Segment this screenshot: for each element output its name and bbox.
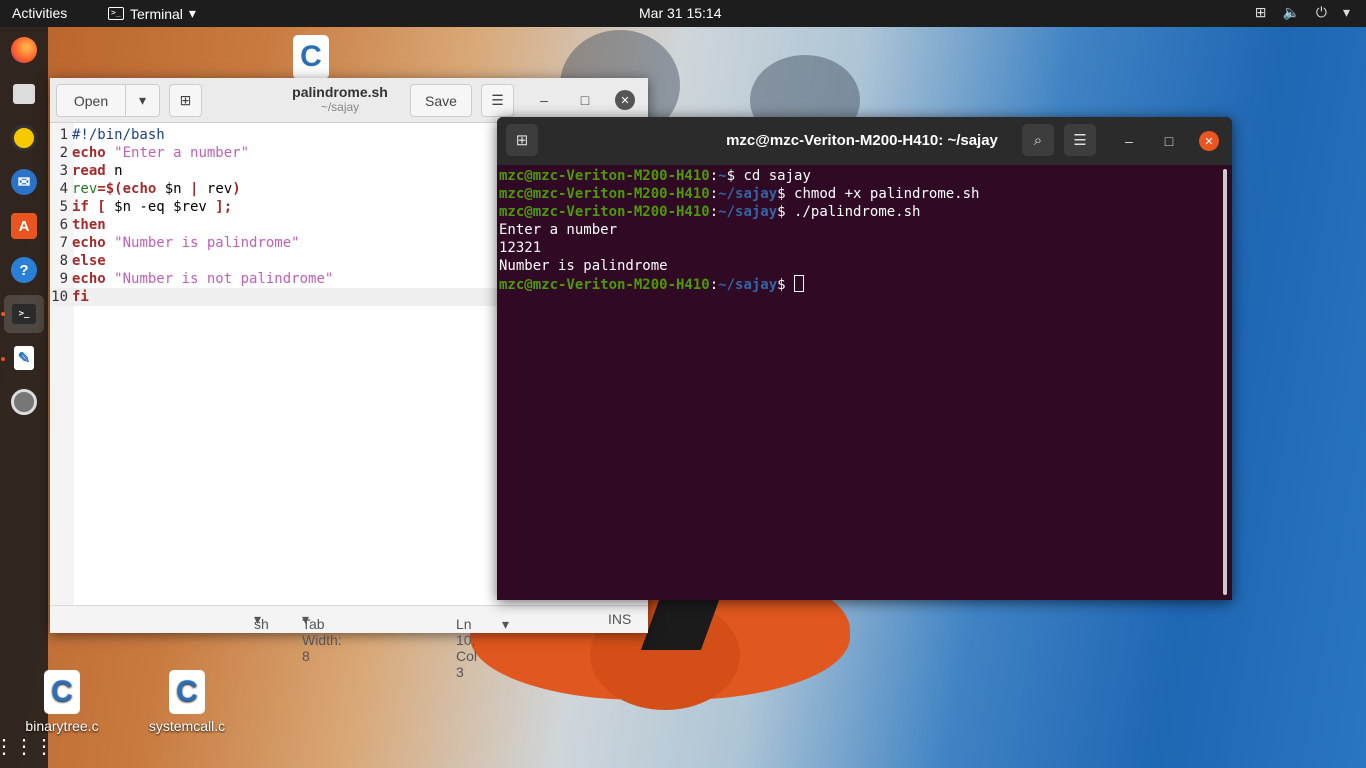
- grid-icon: ⋮⋮⋮: [0, 735, 54, 758]
- terminal-line: mzc@mzc-Veriton-M200-H410:~/sajay$ ./pal…: [499, 204, 921, 220]
- new-tab-button[interactable]: ⊞: [506, 124, 538, 156]
- clock[interactable]: Mar 31 15:14: [639, 5, 722, 21]
- top-bar: Activities >_ Terminal ▾ Mar 31 15:14 ⊞ …: [0, 0, 1366, 27]
- files-icon: [13, 84, 35, 104]
- app-menu-label: Terminal: [130, 5, 183, 22]
- terminal-prompt: mzc@mzc-Veriton-M200-H410:~/sajay$: [499, 275, 979, 293]
- c-file-icon[interactable]: C: [293, 35, 329, 79]
- minimize-button[interactable]: –: [1119, 131, 1139, 151]
- maximize-button[interactable]: □: [575, 90, 595, 110]
- dock-terminal[interactable]: >_: [4, 295, 44, 333]
- open-button[interactable]: Open: [56, 84, 126, 117]
- menu-button[interactable]: ☰: [481, 84, 514, 117]
- dock-text-editor[interactable]: ✎: [4, 339, 44, 377]
- app-menu[interactable]: >_ Terminal ▾: [108, 5, 196, 22]
- c-file-icon: C: [169, 670, 205, 714]
- chevron-down-icon: ▾: [138, 92, 147, 108]
- close-button[interactable]: ✕: [1199, 131, 1219, 151]
- new-tab-icon: ⊞: [515, 132, 529, 149]
- text-editor-icon: ✎: [14, 346, 34, 370]
- chevron-down-icon: ▾: [1342, 4, 1350, 20]
- maximize-button[interactable]: □: [1159, 131, 1179, 151]
- power-icon: ⏻: [1315, 4, 1327, 20]
- desktop-file-binarytree[interactable]: C binarytree.c: [2, 670, 122, 734]
- text-cursor: [794, 275, 805, 292]
- document-title: palindrome.sh: [292, 84, 388, 100]
- dock-rhythmbox[interactable]: [4, 119, 44, 157]
- dock-thunderbird[interactable]: ✉: [4, 163, 44, 201]
- c-file-icon: C: [44, 670, 80, 714]
- terminal-title: mzc@mzc-Veriton-M200-H410: ~/sajay: [726, 132, 998, 149]
- close-button[interactable]: ✕: [615, 90, 635, 110]
- hamburger-icon: ☰: [1073, 132, 1087, 149]
- editor-statusbar: sh ▾ Tab Width: 8 ▾ Ln 10, Col 3 ▾ INS: [50, 605, 648, 680]
- insert-mode[interactable]: INS: [608, 611, 631, 627]
- terminal-icon: >_: [12, 304, 36, 324]
- scrollbar[interactable]: [1223, 169, 1227, 595]
- gear-icon: [11, 389, 37, 415]
- dock-help[interactable]: ?: [4, 251, 44, 289]
- desktop-file-systemcall[interactable]: C systemcall.c: [127, 670, 247, 734]
- dock-files[interactable]: [4, 75, 44, 113]
- terminal-output[interactable]: mzc@mzc-Veriton-M200-H410:~$ cd sajay mz…: [499, 167, 979, 293]
- minimize-button[interactable]: –: [534, 90, 554, 110]
- volume-icon: 🔈: [1282, 4, 1300, 20]
- chevron-down-icon: ▾: [188, 5, 196, 21]
- file-label: systemcall.c: [148, 718, 226, 734]
- help-icon: ?: [11, 257, 37, 283]
- document-path: ~/sajay: [320, 100, 360, 114]
- editor-title: palindrome.sh ~/sajay: [270, 84, 410, 114]
- dock-settings[interactable]: [4, 383, 44, 421]
- search-icon: ⌕: [1033, 131, 1043, 149]
- terminal-line: mzc@mzc-Veriton-M200-H410:~$ cd sajay: [499, 168, 811, 184]
- save-button[interactable]: Save: [410, 84, 472, 117]
- dock: ✉ A ? >_ ✎ ⋮⋮⋮: [0, 27, 54, 768]
- terminal-headerbar: ⊞ mzc@mzc-Veriton-M200-H410: ~/sajay ⌕ ☰…: [497, 117, 1232, 165]
- language-selector[interactable]: sh ▾: [254, 611, 269, 632]
- terminal-line: 12321: [499, 240, 542, 256]
- tab-width-selector[interactable]: Tab Width: 8 ▾: [302, 611, 342, 664]
- dock-firefox[interactable]: [4, 31, 44, 69]
- software-icon: A: [11, 213, 37, 239]
- terminal-line: Enter a number: [499, 222, 618, 238]
- terminal-line: mzc@mzc-Veriton-M200-H410:~/sajay$ chmod…: [499, 186, 980, 202]
- terminal-line: Number is palindrome: [499, 258, 668, 274]
- network-icon: ⊞: [1254, 4, 1267, 20]
- new-tab-button[interactable]: ⊞: [169, 84, 202, 117]
- open-menu-button[interactable]: ▾: [125, 84, 160, 117]
- system-tray[interactable]: ⊞ 🔈 ⏻ ▾: [1255, 4, 1350, 21]
- thunderbird-icon: ✉: [11, 169, 37, 195]
- dock-software[interactable]: A: [4, 207, 44, 245]
- terminal-icon: >_: [108, 7, 124, 20]
- activities-button[interactable]: Activities: [12, 5, 67, 21]
- hamburger-icon: ☰: [491, 92, 504, 108]
- new-tab-icon: ⊞: [179, 92, 192, 108]
- terminal-window: ⊞ mzc@mzc-Veriton-M200-H410: ~/sajay ⌕ ☰…: [497, 117, 1232, 600]
- menu-button[interactable]: ☰: [1064, 124, 1096, 156]
- search-button[interactable]: ⌕: [1022, 124, 1054, 156]
- rhythmbox-icon: [11, 125, 37, 151]
- firefox-icon: [11, 37, 37, 63]
- file-label: binarytree.c: [25, 718, 99, 734]
